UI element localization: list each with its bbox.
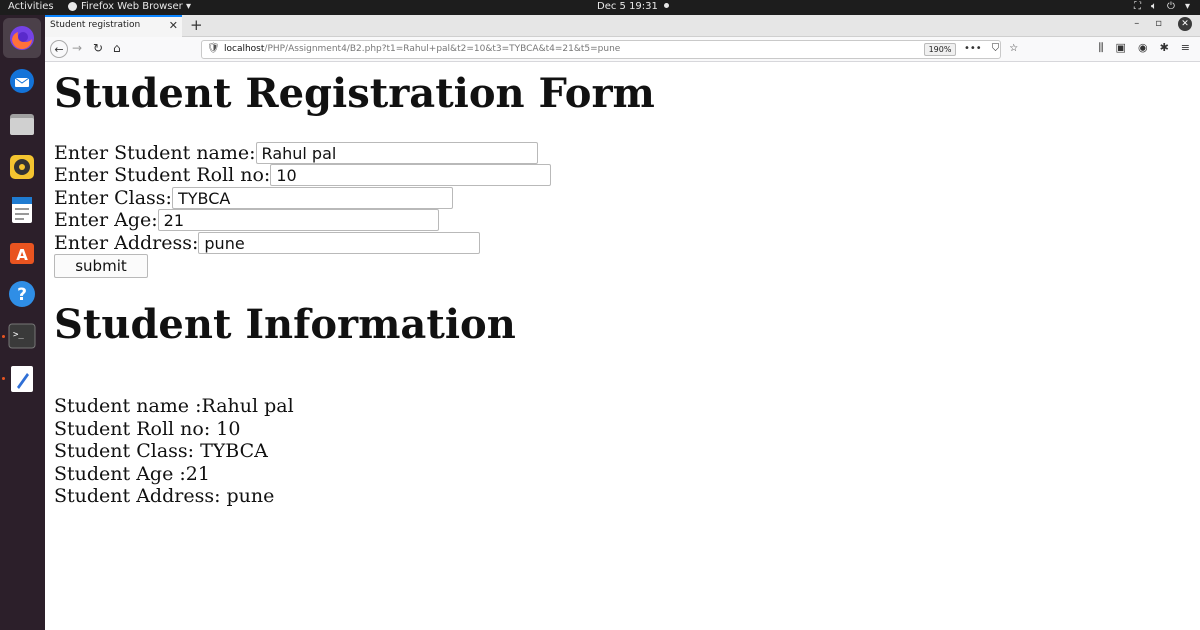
- field-row-class: Enter Class:: [54, 187, 453, 209]
- home-icon[interactable]: ⌂: [113, 41, 121, 55]
- back-icon[interactable]: ←: [50, 40, 68, 58]
- menu-icon[interactable]: ≡: [1181, 41, 1190, 55]
- page-actions: ••• ⛉ ☆: [964, 43, 1018, 54]
- window-controls: – ▫ ✕: [1134, 17, 1192, 31]
- tab-bar: Student registration ✕ + – ▫ ✕: [45, 15, 1200, 37]
- page-content: Student Registration Form Enter Student …: [45, 62, 1200, 630]
- bookmark-star-icon[interactable]: ☆: [1009, 43, 1018, 54]
- url-bar[interactable]: 🛡︎ localhost/PHP/Assignment4/B2.php?t1=R…: [201, 40, 1018, 59]
- svg-text:A: A: [16, 246, 28, 264]
- files-icon[interactable]: [7, 109, 37, 139]
- info-line: Student Class: TYBCA: [54, 440, 268, 462]
- library-icon[interactable]: ⫼: [1098, 41, 1103, 55]
- rhythmbox-icon[interactable]: [7, 152, 37, 182]
- running-indicator-icon: [2, 335, 5, 338]
- info-line: Student Age :21: [54, 463, 210, 485]
- help-icon[interactable]: ?: [7, 279, 37, 309]
- field-row-name: Enter Student name:: [54, 142, 538, 164]
- power-icon: ⏻: [1167, 1, 1175, 12]
- activities-button[interactable]: Activities: [8, 1, 54, 12]
- maximize-icon[interactable]: ▫: [1155, 18, 1162, 31]
- network-icon: ⛶: [1134, 1, 1142, 12]
- roll-no-input[interactable]: [270, 164, 552, 186]
- extensions-icon[interactable]: ✱: [1160, 41, 1169, 55]
- close-tab-icon[interactable]: ✕: [169, 19, 178, 32]
- volume-icon: 🔈︎: [1151, 1, 1158, 12]
- firefox-small-icon: [68, 2, 77, 11]
- field-label: Enter Age:: [54, 209, 158, 231]
- system-tray[interactable]: ⛶ 🔈︎ ⏻ ▾: [1134, 1, 1190, 12]
- notification-dot-icon: [663, 3, 669, 8]
- submit-button[interactable]: submit: [54, 254, 148, 278]
- url-host: localhost: [224, 44, 265, 54]
- minimize-icon[interactable]: –: [1134, 18, 1139, 31]
- info-line: Student name :Rahul pal: [54, 395, 294, 417]
- app-menu[interactable]: Firefox Web Browser ▾: [68, 1, 191, 12]
- field-row-age: Enter Age:: [54, 209, 439, 231]
- more-actions-icon[interactable]: •••: [964, 43, 982, 54]
- clock[interactable]: Dec 5 19:31: [597, 1, 669, 12]
- class-input[interactable]: [171, 187, 453, 209]
- svg-text:>_: >_: [13, 330, 24, 340]
- system-top-bar: Activities Firefox Web Browser ▾ Dec 5 1…: [0, 0, 1200, 15]
- forward-icon[interactable]: →: [72, 41, 82, 55]
- url-path: /PHP/Assignment4/B2.php?t1=Rahul+pal&t2=…: [264, 44, 621, 54]
- field-row-address: Enter Address:: [54, 232, 481, 254]
- chevron-down-icon: ▾: [1184, 1, 1190, 12]
- app-menu-label: Firefox Web Browser ▾: [81, 1, 191, 12]
- field-label: Enter Address:: [54, 232, 199, 254]
- info-line: Student Address: pune: [54, 485, 275, 507]
- terminal-icon[interactable]: >_: [7, 321, 37, 351]
- new-tab-icon[interactable]: +: [190, 16, 203, 34]
- shield-icon[interactable]: 🛡︎: [207, 43, 220, 54]
- student-name-input[interactable]: [255, 142, 538, 164]
- toolbar-right: ⫼ ▣ ◉ ✱ ≡: [1098, 41, 1190, 55]
- info-heading: Student Information: [54, 301, 516, 348]
- firefox-icon[interactable]: [3, 18, 41, 58]
- field-label: Enter Class:: [54, 187, 172, 209]
- close-window-icon[interactable]: ✕: [1178, 17, 1192, 31]
- text-editor-icon[interactable]: [7, 364, 37, 394]
- field-label: Enter Student Roll no:: [54, 164, 271, 186]
- zoom-indicator[interactable]: 190%: [924, 43, 956, 56]
- running-indicator-icon: [2, 377, 5, 380]
- info-line: Student Roll no: 10: [54, 418, 241, 440]
- address-input[interactable]: [198, 232, 481, 254]
- reload-icon[interactable]: ↻: [93, 41, 103, 55]
- nav-bar: ← → ↻ ⌂ 🛡︎ localhost/PHP/Assignment4/B2.…: [45, 37, 1200, 62]
- sidebar-icon[interactable]: ▣: [1116, 41, 1126, 55]
- svg-text:?: ?: [17, 285, 27, 305]
- form-heading: Student Registration Form: [54, 70, 655, 117]
- field-label: Enter Student name:: [54, 142, 256, 164]
- url-text[interactable]: localhost/PHP/Assignment4/B2.php?t1=Rahu…: [224, 44, 620, 54]
- tab-student-registration[interactable]: Student registration ✕: [45, 15, 182, 37]
- writer-icon[interactable]: [7, 195, 37, 225]
- tab-title: Student registration: [50, 20, 141, 30]
- age-input[interactable]: [157, 209, 439, 231]
- dock: A ? >_: [0, 15, 45, 630]
- field-row-roll: Enter Student Roll no:: [54, 164, 552, 186]
- software-icon[interactable]: A: [7, 237, 37, 267]
- thunderbird-icon[interactable]: [7, 66, 37, 96]
- clock-text: Dec 5 19:31: [597, 1, 658, 12]
- account-icon[interactable]: ◉: [1138, 41, 1148, 55]
- pocket-icon[interactable]: ⛉: [992, 43, 1000, 54]
